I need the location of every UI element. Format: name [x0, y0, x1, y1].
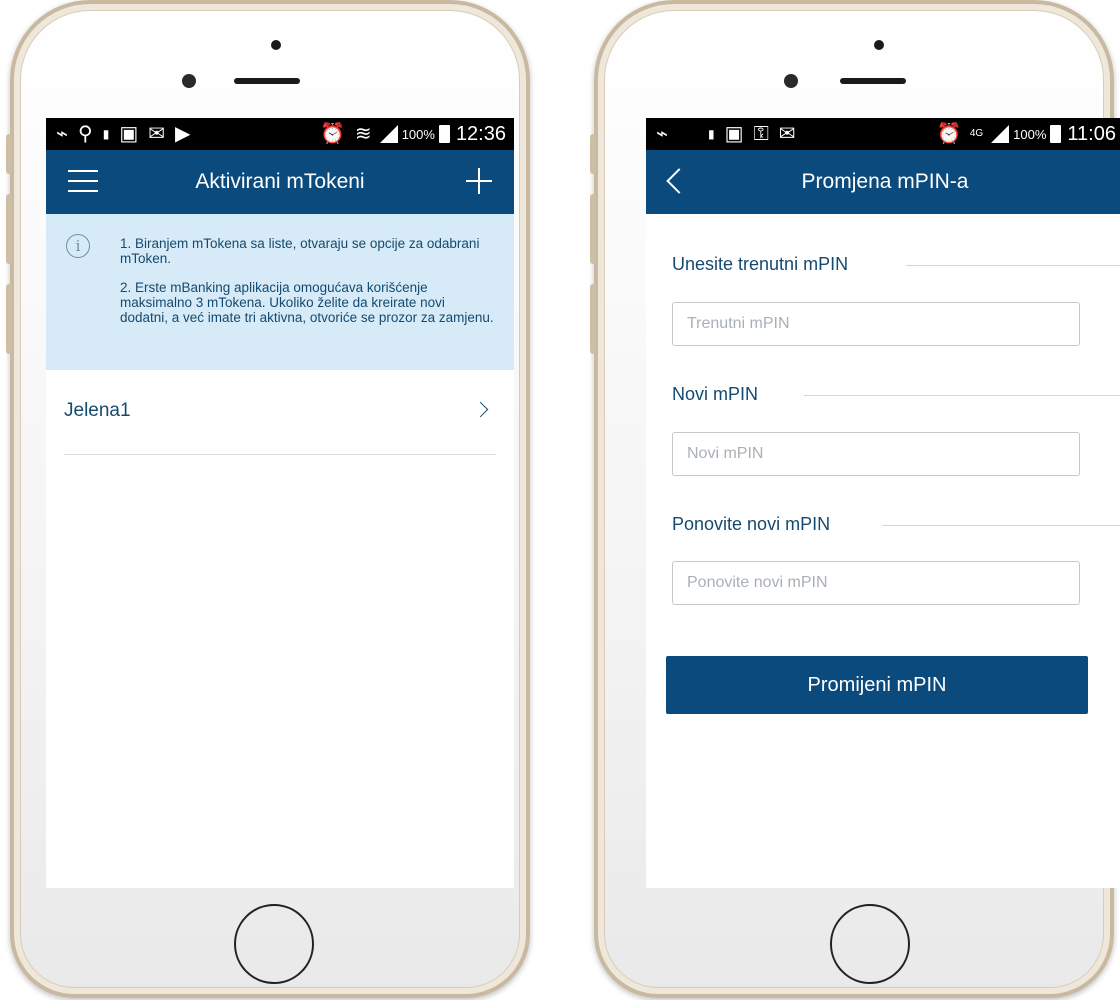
repeat-mpin-label: Ponovite novi mPIN [672, 514, 831, 534]
play-store-icon: ▶ [174, 123, 191, 145]
home-button[interactable] [234, 904, 314, 984]
network-type: 4G [969, 128, 984, 139]
chevron-right-icon [472, 401, 489, 418]
earpiece-speaker [840, 78, 906, 84]
phone-left: ⌁ ⚲ ▮ ▣ ✉ ▶ ⏰ ≋ 100% 12:36 Aktivirani mT… [6, 0, 530, 998]
gmail-icon: ✉ [778, 123, 796, 145]
image-icon: ▣ [724, 123, 744, 145]
alarm-icon: ⏰ [320, 123, 345, 145]
change-mpin-button[interactable]: Promijeni mPIN [666, 656, 1088, 714]
app-bar: Aktivirani mTokeni [46, 150, 514, 214]
phone-right: ⌁ ▮ ▣ ⚿ ✉ ⏰ 4G 100% 11:06 Promjena mPIN-… [590, 0, 1120, 998]
silent-switch [6, 134, 12, 174]
proximity-sensor [874, 40, 884, 50]
status-bar: ⌁ ▮ ▣ ⚿ ✉ ⏰ 4G 100% 11:06 [646, 118, 1120, 150]
battery-percent: 100% [401, 126, 435, 142]
volume-down-button [590, 284, 596, 354]
silent-switch [590, 134, 596, 174]
current-mpin-input[interactable] [672, 302, 1080, 346]
volume-up-button [590, 194, 596, 264]
home-button[interactable] [830, 904, 910, 984]
battery-100-icon: ▮ [708, 127, 715, 141]
signal-icon [991, 125, 1010, 143]
usb-icon: ⌁ [56, 123, 69, 145]
screen: ⌁ ⚲ ▮ ▣ ✉ ▶ ⏰ ≋ 100% 12:36 Aktivirani mT… [46, 118, 514, 888]
usb-icon: ⌁ [656, 123, 669, 145]
image-icon: ▣ [119, 123, 139, 145]
battery-percent: 100% [1013, 126, 1047, 142]
battery-icon [438, 125, 450, 143]
token-label: Jelena1 [64, 400, 131, 421]
key-icon: ⚿ [753, 123, 769, 145]
front-camera [784, 74, 798, 88]
info-panel: i 1. Biranjem mTokena sa liste, otvaraju… [46, 214, 514, 370]
divider [804, 395, 1120, 396]
alarm-icon: ⏰ [936, 123, 962, 145]
gmail-icon: ✉ [148, 123, 165, 145]
new-mpin-input[interactable] [672, 432, 1080, 476]
battery-icon [1050, 125, 1062, 143]
add-token-button[interactable] [462, 164, 496, 198]
volume-up-button [6, 194, 12, 264]
proximity-sensor [271, 40, 281, 50]
back-icon[interactable] [666, 168, 692, 194]
info-text: 1. Biranjem mTokena sa liste, otvaraju s… [120, 236, 494, 339]
front-camera [182, 74, 196, 88]
status-bar: ⌁ ⚲ ▮ ▣ ✉ ▶ ⏰ ≋ 100% 12:36 [46, 118, 514, 150]
app-bar: Promjena mPIN-a [646, 150, 1120, 214]
info-paragraph-2: 2. Erste mBanking aplikacija omogućava k… [120, 280, 494, 325]
signal-icon [379, 125, 398, 143]
clock: 12:36 [455, 122, 506, 145]
token-list-item[interactable]: Jelena1 [64, 370, 496, 455]
wifi-icon: ≋ [354, 123, 372, 145]
page-title: Promjena mPIN-a [801, 170, 969, 193]
repeat-mpin-input[interactable] [672, 561, 1080, 605]
page-title: Aktivirani mTokeni [195, 170, 365, 193]
clock: 11:06 [1067, 122, 1116, 145]
new-mpin-label: Novi mPIN [672, 384, 759, 404]
volume-down-button [6, 284, 12, 354]
earpiece-speaker [234, 78, 300, 84]
location-icon: ⚲ [78, 123, 93, 145]
divider [882, 525, 1120, 526]
divider [906, 265, 1120, 266]
battery-100-icon: ▮ [102, 127, 110, 141]
current-mpin-label: Unesite trenutni mPIN [672, 254, 849, 274]
screen: ⌁ ▮ ▣ ⚿ ✉ ⏰ 4G 100% 11:06 Promjena mPIN-… [646, 118, 1120, 888]
menu-icon[interactable] [68, 170, 98, 192]
info-paragraph-1: 1. Biranjem mTokena sa liste, otvaraju s… [120, 236, 480, 266]
info-icon: i [66, 234, 90, 258]
